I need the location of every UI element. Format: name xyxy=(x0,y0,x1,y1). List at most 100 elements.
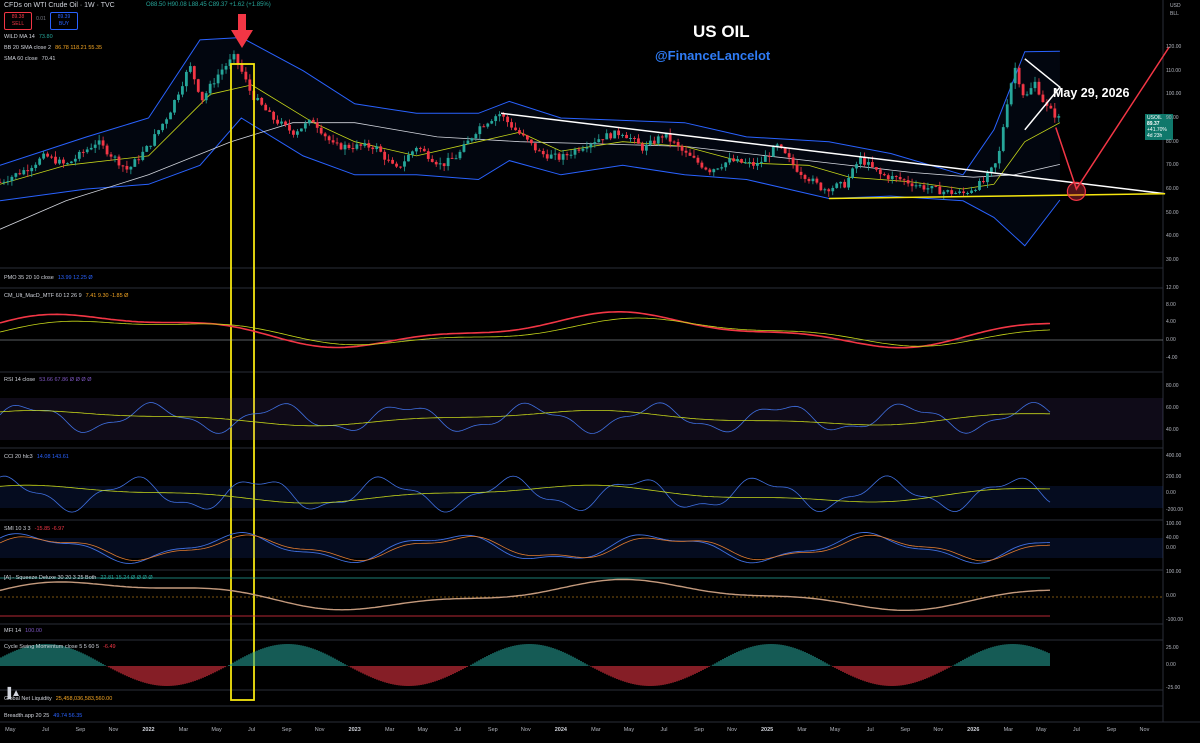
cycle-bar xyxy=(336,660,338,666)
cycle-bar xyxy=(436,666,438,681)
candle-body xyxy=(1042,95,1045,102)
candle-body xyxy=(141,152,144,160)
cycle-bar xyxy=(282,644,284,666)
chart-area[interactable] xyxy=(0,0,1200,738)
cycle-bar xyxy=(384,666,386,682)
cycle-bar xyxy=(656,666,658,686)
cycle-bar xyxy=(154,666,156,685)
cycle-bar xyxy=(6,654,8,666)
indicator-label-smi[interactable]: SMI 10 3 3-15.85 -6.97 xyxy=(4,526,64,532)
price-axis-label: 40.00 xyxy=(1166,233,1179,239)
cycle-bar xyxy=(622,666,624,681)
cycle-bar xyxy=(768,644,770,666)
cycle-bar xyxy=(1036,648,1038,666)
x-axis-label: Sep xyxy=(694,727,704,733)
indicator-label-breadth[interactable]: Breadth.app 20 2549.74 56.35 xyxy=(4,713,82,719)
candle-body xyxy=(867,162,870,165)
x-axis-label: Nov xyxy=(521,727,531,733)
cycle-bar xyxy=(400,666,402,686)
cycle-bar xyxy=(594,666,596,669)
cycle-bar xyxy=(234,662,236,666)
cycle-bar xyxy=(846,666,848,674)
cycle-bar xyxy=(184,666,186,684)
candle-body xyxy=(585,147,588,148)
cycle-bar xyxy=(992,647,994,666)
cycle-bar xyxy=(552,648,554,666)
bb-label[interactable]: BB 20 SMA close 286.78 118.21 55.35 xyxy=(4,45,102,51)
cycle-bar xyxy=(904,666,906,685)
candle-body xyxy=(570,155,573,156)
candle-body xyxy=(467,141,470,145)
indicator-label-mfi[interactable]: MFI 14100.00 xyxy=(4,628,42,634)
candle-body xyxy=(986,173,989,182)
cycle-bar xyxy=(538,645,540,666)
price-axis-label: 110.00 xyxy=(1166,68,1181,74)
candle-body xyxy=(248,79,251,90)
sell-label: SELL xyxy=(12,21,24,27)
indicator-label-pmo[interactable]: PMO 35 20 10 close13.99 12.25 Ø xyxy=(4,275,93,281)
cycle-bar xyxy=(754,646,756,666)
cycle-bar xyxy=(220,666,222,669)
candle-body xyxy=(54,157,57,164)
candle-body xyxy=(657,136,660,143)
indicator-label-cycle[interactable]: Cycle Swing Momentum close 5 5 60 5-6.49 xyxy=(4,644,116,650)
cycle-bar xyxy=(574,658,576,666)
cycle-bar xyxy=(392,666,394,684)
cycle-bar xyxy=(584,663,586,666)
candle-body xyxy=(494,116,497,121)
candle-body xyxy=(455,158,458,159)
cycle-bar xyxy=(116,666,118,671)
sma-label[interactable]: SMA 60 close70.41 xyxy=(4,56,55,62)
cycle-bar xyxy=(616,666,618,679)
cycle-bar xyxy=(796,649,798,666)
cycle-bar xyxy=(412,666,414,686)
cycle-bar xyxy=(816,658,818,666)
cycle-bar xyxy=(164,666,166,686)
cycle-bar xyxy=(408,666,410,686)
cycle-bar xyxy=(480,659,482,666)
candle-body xyxy=(38,159,41,165)
candle-body xyxy=(217,75,220,84)
cycle-bar xyxy=(852,666,854,677)
candle-body xyxy=(772,147,775,157)
cycle-bar xyxy=(692,666,694,675)
cycle-bar xyxy=(356,666,358,671)
indicator-label-rsi[interactable]: RSI 14 close53.66 67.86 Ø Ø Ø Ø xyxy=(4,377,91,383)
cycle-bar xyxy=(278,645,280,666)
cycle-bar xyxy=(740,650,742,666)
wild-ma-label[interactable]: WILD MA 1473.80 xyxy=(4,34,53,40)
cycle-bar xyxy=(620,666,622,681)
cycle-bar xyxy=(1020,645,1022,666)
buy-button[interactable]: 89.39BUY xyxy=(50,12,78,30)
cycle-bar xyxy=(1012,644,1014,666)
candle-body xyxy=(819,183,822,191)
cycle-bar xyxy=(902,666,904,685)
cycle-bar xyxy=(730,655,732,666)
cycle-axis-label: 25.00 xyxy=(1166,645,1179,651)
candle-body xyxy=(427,151,430,159)
cycle-bar xyxy=(1000,645,1002,666)
indicator-label-squeeze[interactable]: [A] - Squeeze Deluxe 30 20 3 25 Both22.8… xyxy=(4,575,153,581)
cycle-bar xyxy=(518,645,520,666)
x-axis-label: 2024 xyxy=(555,727,567,733)
chart-svg[interactable] xyxy=(0,0,1200,738)
candle-body xyxy=(439,163,442,164)
candle-body xyxy=(284,122,287,125)
symbol-title[interactable]: CFDs on WTI Crude Oil · 1W · TVC xyxy=(4,2,115,9)
candle-body xyxy=(760,162,763,163)
candle-body xyxy=(958,191,961,193)
cycle-bar xyxy=(256,651,258,666)
candle-body xyxy=(526,135,529,139)
cycle-bar xyxy=(84,654,86,666)
cycle-bar xyxy=(860,666,862,680)
candle-body xyxy=(221,70,224,75)
cycle-bar xyxy=(160,666,162,686)
cycle-bar xyxy=(440,666,442,679)
cycle-bar xyxy=(386,666,388,683)
cycle-bar xyxy=(22,648,24,666)
sell-button[interactable]: 89.38SELL xyxy=(4,12,32,30)
indicator-label-macd[interactable]: CM_Ult_MacD_MTF 60 12 26 97.41 9.30 -1.8… xyxy=(4,293,128,299)
cycle-bar xyxy=(238,659,240,666)
candle-body xyxy=(344,145,347,150)
indicator-label-cci[interactable]: CCI 20 hlc314.08 143.61 xyxy=(4,454,69,460)
